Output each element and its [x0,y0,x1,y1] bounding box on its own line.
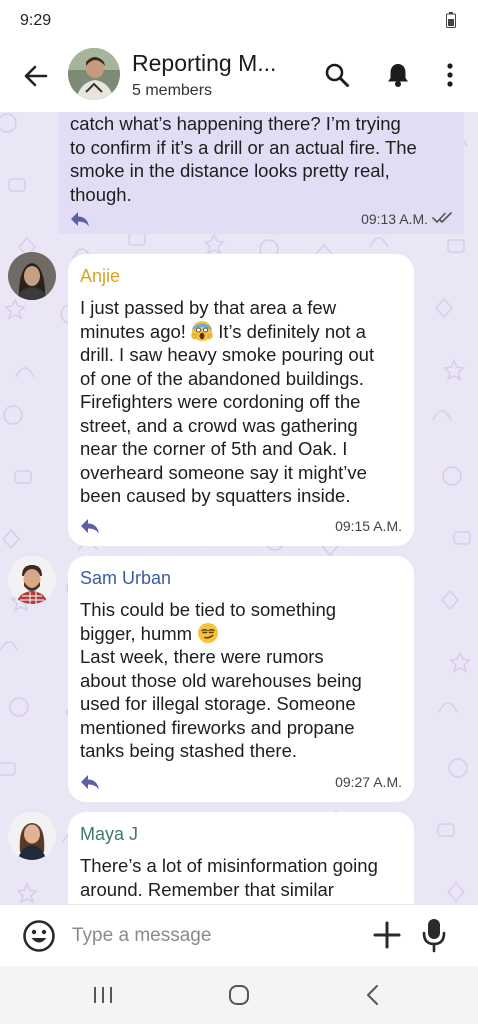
message-time: 09:13 A.M. [361,211,428,227]
avatar-maya-j[interactable] [8,812,56,860]
message-time: 09:15 A.M. [335,518,402,534]
reply-icon[interactable] [80,774,100,790]
read-receipt-icon [432,212,452,223]
message-segment: bigger, humm [80,622,193,644]
message-line: drill. I saw heavy smoke pouring out [80,344,375,365]
message-line: minutes ago! It’s definitely not a [80,320,366,344]
chat-area[interactable]: catch what’s happening there? I’m trying… [0,112,478,904]
group-avatar-image [68,48,120,100]
notifications-button[interactable] [379,56,417,94]
search-icon [325,63,349,87]
microphone-icon[interactable] [420,917,448,953]
home-icon [229,985,249,1005]
group-title[interactable]: Reporting M... [132,50,276,77]
message-line: overheard someone say it might’ve [80,461,367,483]
avatar-image [8,252,56,300]
recent-apps-button[interactable] [88,980,118,1010]
member-count: 5 members [132,82,213,99]
message-line: near the corner of 5th and Oak. I [80,438,348,459]
message-line: been caused by squatters inside. [80,485,351,506]
back-button[interactable] [18,58,54,94]
more-options-button[interactable] [431,56,469,94]
message-line: about those old warehouses being [80,669,362,691]
battery-icon [446,12,456,28]
message-segment: minutes ago! [80,320,186,342]
avatar-image [8,556,56,604]
message-line: I just passed by that area a few [80,297,337,318]
bell-icon [388,64,408,87]
message-line: smoke in the distance looks pretty real, [70,160,390,181]
emoji-picker-icon[interactable] [22,919,56,953]
screaming-face-emoji [191,320,213,341]
reply-icon[interactable] [80,518,100,534]
message-bubble-anjie[interactable]: Anjie I just passed by that area a few m… [68,254,414,546]
reply-icon[interactable] [70,211,90,227]
message-bubble-sam-urban[interactable]: Sam Urban This could be tied to somethin… [68,556,414,802]
message-line: tanks being stashed there. [80,740,298,761]
chevron-left-icon [367,985,378,1005]
message-line: to confirm if it’s a drill or an actual … [70,136,417,158]
system-back-button[interactable] [358,980,388,1010]
message-segment: It’s definitely not a [218,320,366,342]
message-composer [0,904,478,966]
sender-name[interactable]: Maya J [80,824,138,845]
message-line: catch what’s happening there? I’m trying [70,113,401,134]
smirking-face-emoji [198,622,219,643]
avatar-anjie[interactable] [8,252,56,300]
message-line: used for illegal storage. Someone [80,693,356,714]
sender-name[interactable]: Anjie [80,266,120,287]
message-line: This could be tied to something [80,599,337,620]
more-vertical-icon [447,63,453,87]
avatar-image [8,812,56,860]
message-time: 09:27 A.M. [335,774,402,790]
chat-header: Reporting M... 5 members [0,40,478,112]
message-line: though. [70,183,132,205]
message-line: bigger, humm [80,622,219,646]
attach-plus-icon[interactable] [372,920,402,950]
message-line: mentioned fireworks and propane [80,716,355,738]
message-bubble-maya-j[interactable]: Maya J There’s a lot of misinformation g… [68,812,414,904]
message-input[interactable] [72,921,352,951]
message-line: Last week, there were rumors [80,646,324,667]
message-line: around. Remember that similar [80,878,334,900]
avatar-sam-urban[interactable] [8,556,56,604]
home-button[interactable] [224,980,254,1010]
arrow-left-icon [24,65,48,87]
status-time: 9:29 [20,12,52,29]
system-navigation-bar [0,966,478,1024]
message-line: street, and a crowd was gathering [80,414,358,436]
recent-apps-icon [94,987,112,1003]
message-line: of one of the abandoned buildings. [80,367,364,389]
message-line: Firefighters were cordoning off the [80,391,361,412]
message-bubble-outgoing[interactable]: catch what’s happening there? I’m trying… [58,112,464,234]
status-bar: 9:29 [0,0,478,40]
message-line: There’s a lot of misinformation going [80,855,378,876]
sender-name[interactable]: Sam Urban [80,568,171,589]
group-avatar[interactable] [68,48,120,100]
search-button[interactable] [318,56,356,94]
